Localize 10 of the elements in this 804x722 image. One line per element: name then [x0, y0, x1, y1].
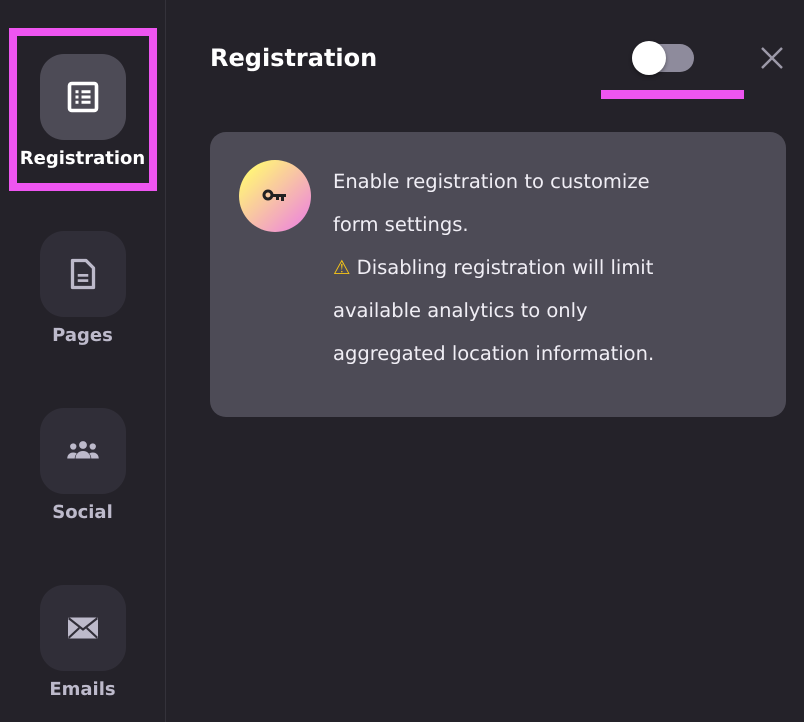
panel-title: Registration [210, 44, 378, 72]
sidebar-item[interactable]: Social [8, 382, 156, 545]
notice-text: Enable registration to customize form settings. [333, 169, 651, 238]
sidebar-item[interactable]: Pages [8, 205, 156, 368]
sidebar-item[interactable]: Emails [8, 559, 156, 722]
key-icon [262, 189, 288, 203]
warning-text: ⚠ Disabling registration will limit available analytics to only aggregated location information. [333, 255, 656, 367]
sidebar-item[interactable]: Registration [8, 28, 156, 191]
toggle-switch[interactable] [632, 44, 694, 72]
list-icon [64, 79, 100, 115]
